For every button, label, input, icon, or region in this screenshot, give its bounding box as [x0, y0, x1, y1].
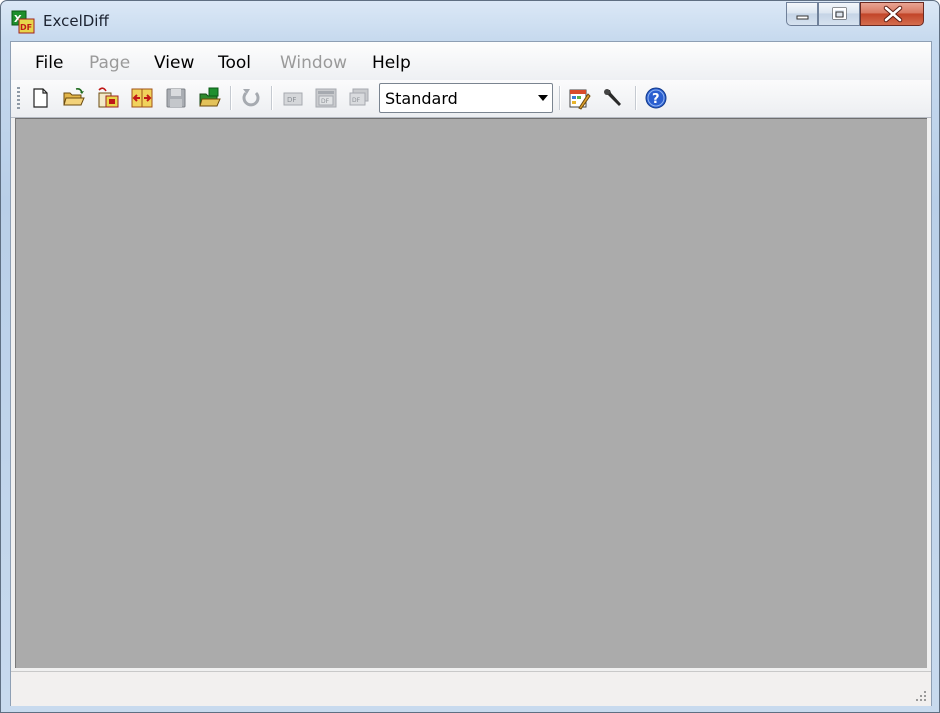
maximize-icon — [832, 7, 847, 20]
menu-help[interactable]: Help — [372, 53, 411, 73]
diff-view-icon[interactable]: DF — [314, 86, 338, 110]
toolbar: DF DF DF Standard ? — [11, 80, 931, 118]
toolbar-grip[interactable] — [17, 87, 20, 109]
options-icon[interactable] — [567, 86, 591, 110]
toolbar-separator — [230, 86, 232, 110]
minimize-icon — [796, 15, 809, 20]
refresh-icon[interactable] — [239, 86, 263, 110]
window-title: ExcelDiff — [43, 12, 109, 30]
help-icon[interactable]: ? — [644, 86, 668, 110]
svg-text:DF: DF — [20, 23, 32, 32]
app-window: X DF ExcelDiff File Page View Tool Windo… — [0, 0, 940, 713]
mode-select[interactable]: Standard — [379, 83, 553, 113]
diff-next-icon[interactable]: DF — [347, 86, 371, 110]
exceldiff-app-icon: X DF — [11, 10, 35, 34]
tools-wrench-icon[interactable] — [601, 86, 625, 110]
open-folder-icon[interactable] — [62, 86, 86, 110]
menu-file[interactable]: File — [35, 53, 63, 73]
svg-text:?: ? — [652, 92, 660, 107]
maximize-button[interactable] — [818, 2, 860, 26]
compare-icon[interactable] — [130, 86, 154, 110]
chevron-down-icon[interactable] — [538, 95, 548, 101]
toolbar-separator — [635, 86, 637, 110]
minimize-button[interactable] — [786, 2, 818, 26]
toolbar-separator — [559, 86, 561, 110]
new-document-icon[interactable] — [28, 86, 52, 110]
menu-window[interactable]: Window — [280, 53, 347, 73]
svg-text:DF: DF — [352, 97, 361, 104]
mdi-workspace[interactable] — [15, 118, 927, 668]
svg-text:DF: DF — [287, 96, 296, 104]
menu-page[interactable]: Page — [89, 53, 130, 73]
client-area: File Page View Tool Window Help DF DF DF… — [10, 41, 932, 706]
close-button[interactable] — [860, 2, 924, 26]
open-result-icon[interactable] — [198, 86, 222, 110]
svg-text:DF: DF — [321, 98, 330, 105]
save-icon[interactable] — [164, 86, 188, 110]
open-recent-icon[interactable] — [96, 86, 120, 110]
menu-tool[interactable]: Tool — [218, 53, 251, 73]
menu-bar: File Page View Tool Window Help — [11, 42, 931, 80]
menu-view[interactable]: View — [154, 53, 194, 73]
resize-grip-icon[interactable] — [913, 688, 927, 702]
status-bar — [11, 671, 931, 706]
toolbar-separator — [271, 86, 273, 110]
diff-prev-icon[interactable]: DF — [281, 86, 305, 110]
title-bar[interactable]: X DF ExcelDiff — [1, 1, 939, 41]
mode-select-value: Standard — [385, 89, 458, 108]
close-icon — [883, 5, 903, 23]
